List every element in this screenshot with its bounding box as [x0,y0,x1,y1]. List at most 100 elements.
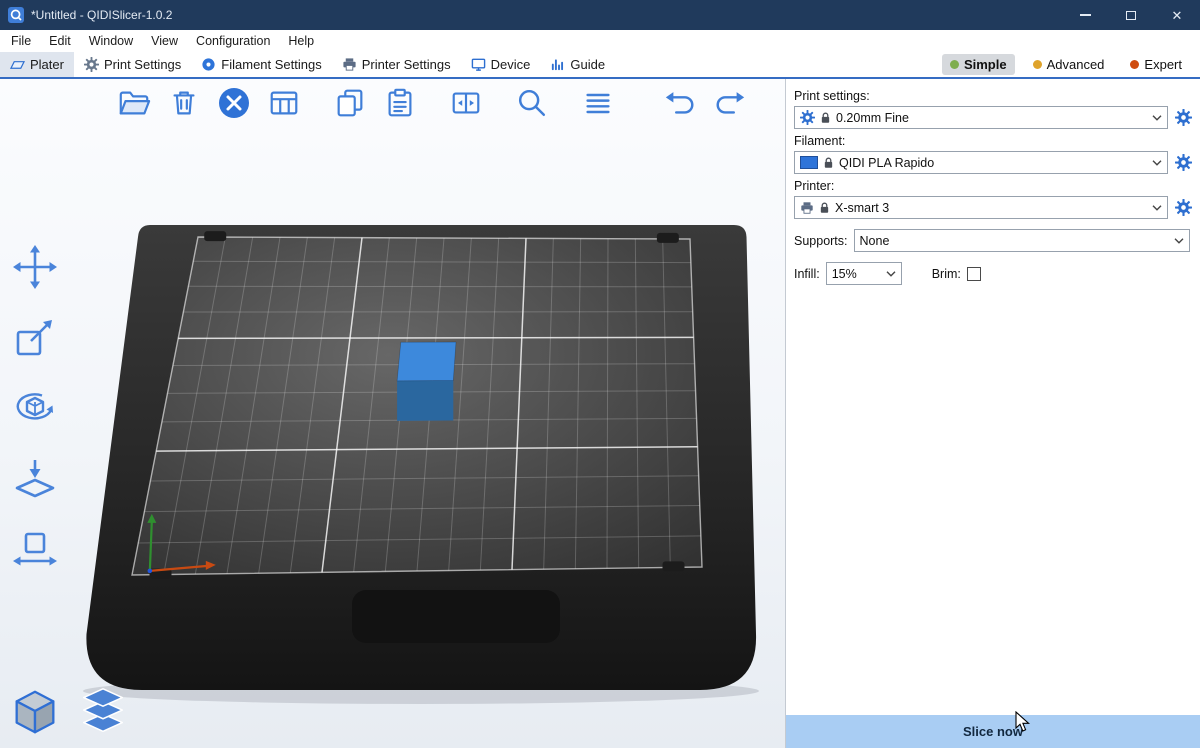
printer-icon [800,201,814,215]
minimize-button[interactable] [1062,0,1108,30]
mode-expert[interactable]: Expert [1122,54,1190,75]
filament-label: Filament: [794,134,1192,148]
variable-layer-height-button[interactable] [577,82,619,124]
advanced-mode-dot-icon [1033,60,1042,69]
mode-advanced[interactable]: Advanced [1025,54,1113,75]
mouse-cursor [1014,711,1034,733]
editor-view-button[interactable] [6,684,64,740]
maximize-button[interactable] [1108,0,1154,30]
rotate-button[interactable] [6,379,64,435]
supports-label: Supports: [794,234,848,248]
place-on-face-button[interactable] [6,449,64,505]
arrange-icon [267,86,301,120]
infill-value: 15% [832,267,881,281]
menu-file[interactable]: File [2,30,40,52]
redo-icon [713,86,747,120]
menu-edit[interactable]: Edit [40,30,80,52]
redo-button[interactable] [709,82,751,124]
tab-device-label: Device [491,57,531,72]
maximize-icon [1126,11,1136,20]
print-settings-value: 0.20mm Fine [836,111,1147,125]
split-button[interactable] [445,82,487,124]
tab-filament-settings-label: Filament Settings [221,57,321,72]
search-icon [515,86,549,120]
open-folder-icon [117,86,151,120]
copy-button[interactable] [329,82,371,124]
app-icon [8,7,24,23]
mode-advanced-label: Advanced [1047,57,1105,72]
close-button[interactable]: ✕ [1154,0,1200,30]
tab-print-settings-label: Print Settings [104,57,181,72]
undo-icon [663,86,697,120]
tab-plater-label: Plater [30,57,64,72]
print-settings-gear-button[interactable] [1174,109,1192,127]
printer-value: X-smart 3 [835,201,1147,215]
menu-view[interactable]: View [142,30,187,52]
filament-gear-button[interactable] [1174,154,1192,172]
brim-checkbox[interactable] [967,267,981,281]
menu-help[interactable]: Help [279,30,323,52]
tab-guide[interactable]: Guide [540,52,615,77]
delete-button[interactable] [163,82,205,124]
3d-viewport-area [0,79,785,748]
arrange-button[interactable] [263,82,305,124]
chevron-down-icon [1174,238,1184,244]
print-settings-label: Print settings: [794,89,1192,103]
printer-gear-button[interactable] [1174,199,1192,217]
print-settings-icon [84,57,99,72]
settings-panel: Print settings: 0.20mm Fine Filament: QI… [785,79,1200,748]
tab-plater[interactable]: Plater [0,52,74,77]
tabbar: Plater Print Settings Filament Settings … [0,52,1200,79]
printer-settings-icon [342,57,357,72]
model-object-front[interactable] [397,381,453,421]
mode-expert-label: Expert [1144,57,1182,72]
chevron-down-icon [886,271,896,277]
tab-printer-settings-label: Printer Settings [362,57,451,72]
delete-all-icon [216,85,252,121]
minimize-icon [1080,14,1091,16]
manipulation-toolbar [6,239,64,575]
printer-combo[interactable]: X-smart 3 [794,196,1168,219]
lock-icon [819,201,830,214]
menubar: File Edit Window View Configuration Help [0,30,1200,52]
layers-view-icon [76,685,130,739]
paste-button[interactable] [379,82,421,124]
preview-layers-button[interactable] [74,684,132,740]
plater-icon [10,57,25,72]
infill-combo[interactable]: 15% [826,262,902,285]
menu-configuration[interactable]: Configuration [187,30,279,52]
menu-window[interactable]: Window [80,30,142,52]
filament-color-swatch [800,156,818,169]
supports-combo[interactable]: None [854,229,1190,252]
tab-filament-settings[interactable]: Filament Settings [191,52,331,77]
slice-now-button[interactable]: Slice now [786,715,1200,748]
tab-printer-settings[interactable]: Printer Settings [332,52,461,77]
delete-all-button[interactable] [213,82,255,124]
gear-icon [1175,154,1192,171]
split-icon [449,86,483,120]
filament-value: QIDI PLA Rapido [839,156,1147,170]
mode-simple[interactable]: Simple [942,54,1015,75]
scale-icon [11,313,59,361]
place-on-face-icon [11,453,59,501]
brim-label: Brim: [932,267,961,281]
object-toolbar [113,82,751,124]
move-button[interactable] [6,239,64,295]
chevron-down-icon [1152,205,1162,211]
copy-icon [333,86,367,120]
tab-device[interactable]: Device [461,52,541,77]
open-button[interactable] [113,82,155,124]
model-object-top[interactable] [397,342,456,381]
mirror-button[interactable] [6,519,64,575]
undo-button[interactable] [659,82,701,124]
search-button[interactable] [511,82,553,124]
print-settings-combo[interactable]: 0.20mm Fine [794,106,1168,129]
layer-height-icon [581,86,615,120]
filament-combo[interactable]: QIDI PLA Rapido [794,151,1168,174]
3d-scene[interactable] [0,79,785,748]
window-title: *Untitled - QIDISlicer-1.0.2 [31,8,172,22]
lock-icon [820,111,831,124]
scale-button[interactable] [6,309,64,365]
chevron-down-icon [1152,115,1162,121]
tab-print-settings[interactable]: Print Settings [74,52,191,77]
